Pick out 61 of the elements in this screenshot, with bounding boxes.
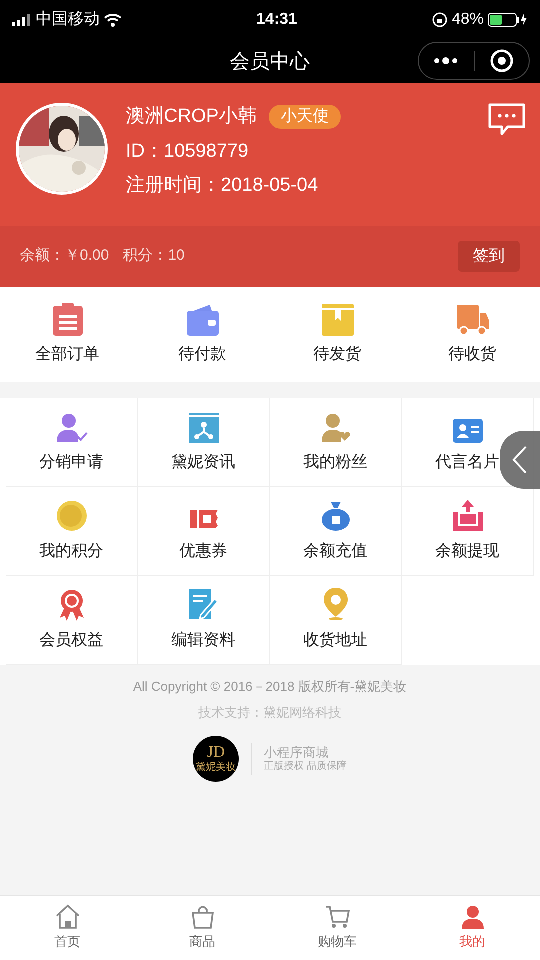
service-item[interactable]: 我的积分: [6, 487, 138, 576]
rotation-lock-icon: [432, 12, 448, 28]
service-item[interactable]: 分销申请: [6, 398, 138, 487]
user-check-icon: [56, 413, 88, 443]
chat-bubble-icon: [488, 103, 526, 137]
truck-icon: [456, 302, 490, 336]
user-name: 澳洲CROP小韩: [126, 105, 257, 129]
brand-logo: JD 黛妮美妆: [193, 736, 240, 782]
floating-side-menu[interactable]: [500, 431, 540, 489]
money-bag-icon: [320, 500, 350, 532]
chevron-left-icon: [511, 445, 529, 475]
copyright-text: All Copyright © 2016－2018 版权所有-黛妮美妆: [133, 678, 407, 696]
service-item[interactable]: 余额充值: [270, 487, 402, 576]
points-text: 积分：10: [123, 246, 185, 266]
check-in-button[interactable]: 签到: [458, 241, 520, 272]
edit-document-icon: [188, 589, 218, 621]
service-item[interactable]: 会员权益: [6, 576, 138, 665]
battery-percent: 48%: [452, 10, 484, 30]
tab-bar-item[interactable]: 商品: [135, 896, 270, 960]
target-circle-icon: [490, 49, 514, 73]
store-title: 小程序商城: [264, 744, 330, 760]
tab-bar-item[interactable]: 我的: [405, 896, 540, 960]
message-button[interactable]: [488, 103, 526, 137]
user-icon: [460, 904, 486, 930]
signal-icon: [12, 14, 32, 26]
order-status-item[interactable]: 待收货: [405, 302, 540, 366]
carrier-name: 中国移动: [36, 10, 100, 30]
service-item[interactable]: 我的粉丝: [270, 398, 402, 487]
location-pin-icon: [322, 587, 350, 621]
shopping-bag-icon: [190, 904, 216, 930]
user-id: ID：10598779: [126, 140, 250, 164]
id-card-icon: [452, 419, 482, 443]
member-level-badge: 小天使: [268, 105, 341, 130]
order-status-item[interactable]: 待发货: [270, 302, 405, 366]
home-icon: [54, 904, 80, 930]
clipboard-icon: [50, 302, 84, 336]
store-subtitle: 正版授权 品质保障: [264, 760, 347, 774]
service-item[interactable]: 收货地址: [270, 576, 402, 665]
user-heart-icon: [320, 413, 350, 443]
support-text: 技术支持：黛妮网络科技: [198, 704, 342, 722]
more-icon: [433, 57, 460, 65]
page-title: 会员中心: [230, 50, 310, 74]
tab-bar-item[interactable]: 购物车: [270, 896, 405, 960]
service-item[interactable]: 黛妮资讯: [138, 398, 270, 487]
coin-icon: [56, 500, 88, 532]
service-item[interactable]: 编辑资料: [138, 576, 270, 665]
status-time: 14:31: [256, 10, 298, 30]
org-chart-icon: [188, 413, 218, 443]
cart-icon: [324, 904, 350, 930]
service-item[interactable]: 优惠券: [138, 487, 270, 576]
battery-charging-icon: [488, 13, 528, 27]
registration-date: 注册时间：2018-05-04: [126, 174, 320, 198]
balance-text: 余额：￥0.00: [20, 246, 110, 266]
box-icon: [320, 302, 354, 336]
wallet-icon: [186, 302, 220, 336]
order-status-item[interactable]: 待付款: [135, 302, 270, 366]
tab-bar-item[interactable]: 首页: [0, 896, 135, 960]
service-item[interactable]: 余额提现: [402, 487, 534, 576]
withdraw-icon: [452, 500, 484, 532]
order-status-item[interactable]: 全部订单: [0, 302, 135, 366]
wifi-icon: [104, 14, 122, 26]
